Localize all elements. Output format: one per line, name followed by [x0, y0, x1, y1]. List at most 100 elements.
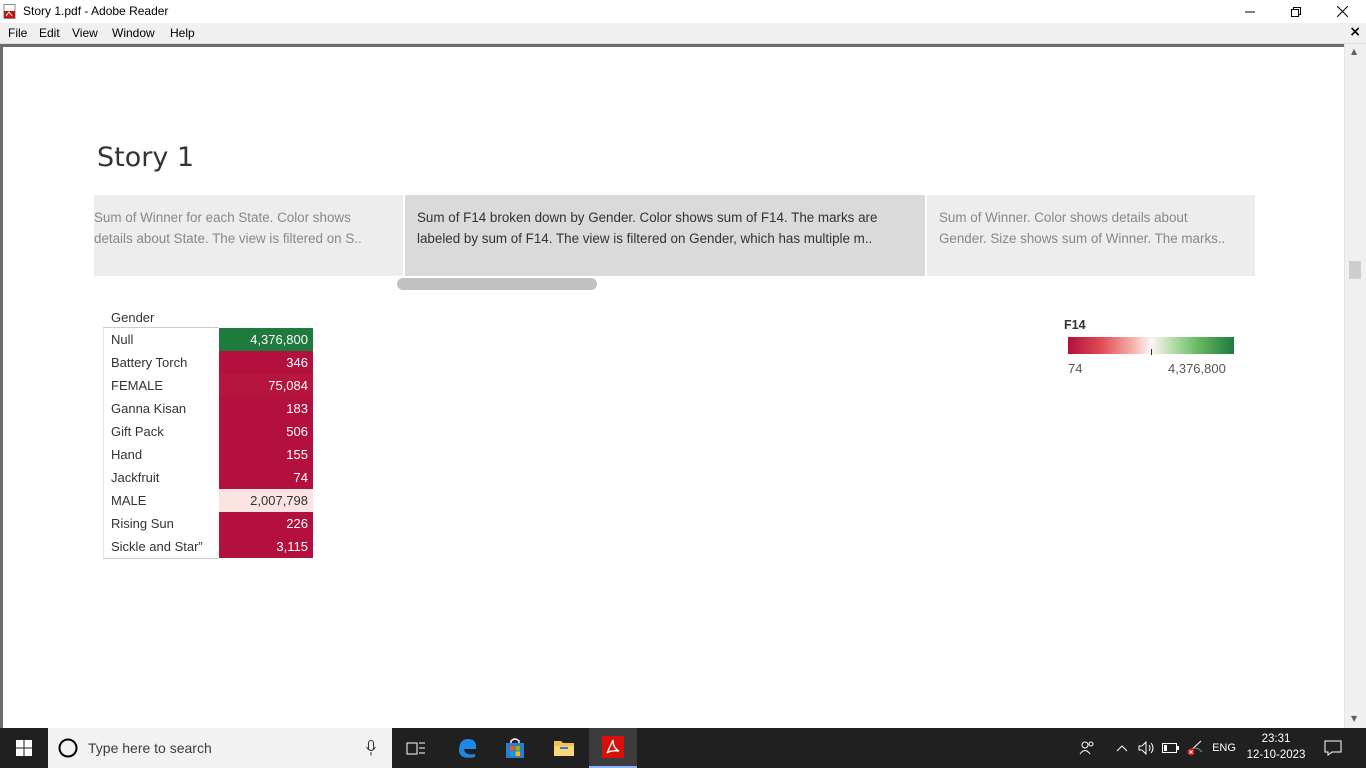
table-row[interactable]: Gift Pack 506: [103, 420, 313, 443]
value-cell[interactable]: 2,007,798: [219, 489, 313, 512]
menu-window[interactable]: Window: [112, 26, 155, 40]
cell-value: 3,115: [276, 539, 308, 554]
taskbar: Type here to search ENG 23:31 12-10-2023: [0, 728, 1366, 768]
menu-edit[interactable]: Edit: [39, 26, 60, 40]
value-cell[interactable]: 3,115: [219, 535, 313, 558]
row-label: Rising Sun: [111, 516, 174, 531]
table-row[interactable]: Ganna Kisan 183: [103, 397, 313, 420]
restore-icon: [1291, 6, 1301, 17]
menu-file[interactable]: File: [8, 26, 27, 40]
menu-bar: File Edit View Window Help ×: [0, 23, 1366, 44]
edge-browser-button[interactable]: [443, 728, 491, 768]
minimize-button[interactable]: [1227, 0, 1273, 23]
legend-title: F14: [1064, 318, 1086, 332]
row-label: Sickle and Star”: [111, 539, 203, 554]
legend-midpoint-tick: [1151, 349, 1152, 355]
story-navigator-scrollbar[interactable]: [397, 278, 597, 290]
table-row[interactable]: Rising Sun 226: [103, 512, 313, 535]
story-point-text: Sum of F14 broken down by Gender. Color …: [417, 210, 878, 225]
value-cell[interactable]: 4,376,800: [219, 328, 313, 351]
value-cell[interactable]: 506: [219, 420, 313, 443]
story-point-text: labeled by sum of F14. The view is filte…: [417, 231, 873, 246]
cell-value: 75,084: [268, 378, 308, 393]
legend-max-label: 4,376,800: [1168, 361, 1226, 376]
language-indicator[interactable]: ENG: [1206, 728, 1242, 768]
start-button[interactable]: [0, 728, 48, 768]
scroll-down-icon[interactable]: ▼: [1351, 714, 1357, 723]
table-row[interactable]: FEMALE 75,084: [103, 374, 313, 397]
folder-icon: [554, 741, 574, 756]
story-point-text: Sum of Winner for each State. Color show…: [94, 210, 351, 225]
row-label: Ganna Kisan: [111, 401, 187, 416]
adobe-reader-taskbar-button[interactable]: [589, 728, 637, 768]
task-view-button[interactable]: [392, 728, 440, 768]
story-point-1[interactable]: Sum of Winner for each State. Color show…: [94, 195, 403, 276]
clock-date: 12-10-2023: [1246, 749, 1306, 761]
adobe-reader-icon: [602, 736, 624, 758]
people-button[interactable]: [1076, 728, 1098, 768]
row-label: Null: [111, 332, 134, 347]
gender-column-header: Gender: [111, 310, 155, 325]
store-button[interactable]: [491, 728, 539, 768]
cell-value: 346: [286, 355, 308, 370]
restore-button[interactable]: [1273, 0, 1319, 23]
clock-time: 23:31: [1261, 733, 1291, 745]
table-row[interactable]: Sickle and Star” 3,115: [103, 535, 313, 558]
story-point-text: Gender. Size shows sum of Winner. The ma…: [939, 231, 1226, 246]
chevron-up-icon: [1116, 745, 1128, 752]
row-label: Battery Torch: [111, 355, 188, 370]
notification-icon: [1324, 740, 1342, 756]
value-cell[interactable]: 155: [219, 443, 313, 466]
taskbar-search-box[interactable]: Type here to search: [48, 728, 392, 768]
value-cell[interactable]: 183: [219, 397, 313, 420]
value-cell[interactable]: 75,084: [219, 374, 313, 397]
divider: [103, 558, 219, 559]
scroll-up-icon[interactable]: ▲: [1351, 47, 1357, 56]
cell-value: 74: [293, 470, 308, 485]
wifi-off-icon: [1187, 740, 1203, 756]
search-placeholder: Type here to search: [88, 740, 212, 756]
story-point-3[interactable]: Sum of Winner. Color shows details about…: [927, 195, 1255, 276]
search-icon: [58, 738, 78, 758]
story-point-text: details about State. The view is filtere…: [94, 231, 362, 246]
cell-value: 155: [286, 447, 308, 462]
show-hidden-icons-button[interactable]: [1112, 728, 1132, 768]
scrollbar-thumb[interactable]: [1349, 261, 1361, 279]
table-row[interactable]: Battery Torch 346: [103, 351, 313, 374]
store-bag-icon: [506, 738, 524, 758]
clock[interactable]: 23:31 12-10-2023: [1244, 731, 1308, 763]
cell-value: 2,007,798: [250, 493, 308, 508]
minimize-icon: [1245, 11, 1255, 12]
row-label: FEMALE: [111, 378, 164, 393]
action-center-button[interactable]: [1318, 728, 1348, 768]
people-icon: [1079, 741, 1094, 755]
title-bar: Story 1.pdf - Adobe Reader: [0, 0, 1366, 23]
row-label: Gift Pack: [111, 424, 164, 439]
close-button[interactable]: [1319, 0, 1365, 23]
microphone-icon[interactable]: [366, 740, 376, 756]
table-row[interactable]: MALE 2,007,798: [103, 489, 313, 512]
menu-help[interactable]: Help: [170, 26, 195, 40]
task-view-icon: [406, 742, 425, 755]
battery-button[interactable]: [1160, 728, 1182, 768]
battery-icon: [1162, 743, 1179, 753]
edge-icon: [459, 739, 477, 758]
story-point-2[interactable]: Sum of F14 broken down by Gender. Color …: [405, 195, 925, 276]
cell-value: 183: [286, 401, 308, 416]
window-title: Story 1.pdf - Adobe Reader: [23, 4, 169, 18]
table-row[interactable]: Jackfruit 74: [103, 466, 313, 489]
volume-button[interactable]: [1136, 728, 1158, 768]
table-row[interactable]: Null 4,376,800: [103, 328, 313, 351]
vertical-scrollbar[interactable]: ▲ ▼: [1344, 44, 1366, 728]
close-icon: [1336, 6, 1348, 17]
row-label: MALE: [111, 493, 147, 508]
close-document-icon[interactable]: ×: [1349, 24, 1361, 40]
value-cell[interactable]: 346: [219, 351, 313, 374]
menu-view[interactable]: View: [72, 26, 98, 40]
value-cell[interactable]: 226: [219, 512, 313, 535]
table-row[interactable]: Hand 155: [103, 443, 313, 466]
story-title: Story 1: [97, 142, 195, 173]
value-cell[interactable]: 74: [219, 466, 313, 489]
network-button[interactable]: [1184, 728, 1206, 768]
file-explorer-button[interactable]: [540, 728, 588, 768]
